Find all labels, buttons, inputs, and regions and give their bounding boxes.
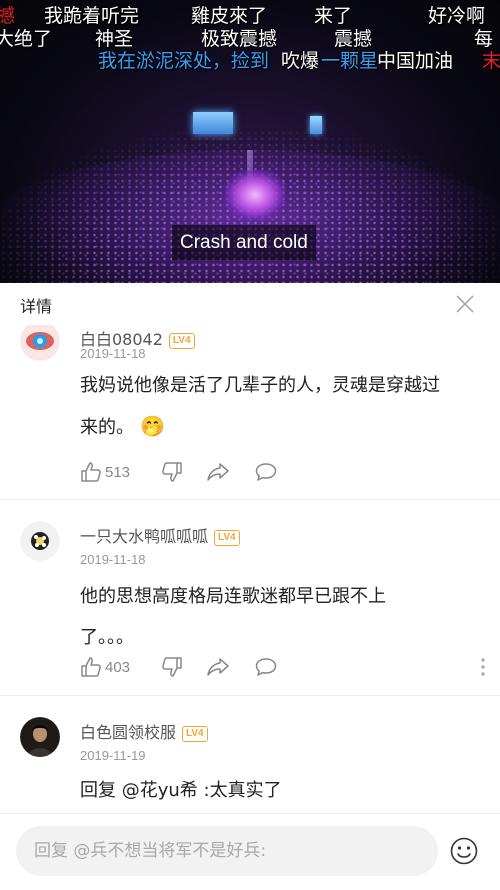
close-icon[interactable] (455, 294, 475, 314)
danmaku-comment: 大绝了 (0, 28, 53, 50)
arena-screen-left (193, 112, 233, 134)
comment-date: 2019-11-19 (80, 748, 146, 763)
danmaku-comment: 一颗星 (321, 50, 379, 72)
thumbs-down-icon (161, 656, 183, 678)
comment-line: 来的。 (80, 417, 134, 438)
reply-comment-button[interactable] (254, 655, 278, 679)
level-badge: LV4 (214, 529, 240, 546)
username[interactable]: 一只大水鸭呱呱呱 LV4 (80, 523, 240, 547)
thumbs-up-icon (80, 461, 102, 483)
comment-icon (254, 656, 278, 678)
detail-panel-header (0, 283, 500, 325)
username-text: 一只大水鸭呱呱呱 (80, 527, 209, 546)
emoji-shy-icon: 🤭 (140, 414, 165, 438)
smiley-icon (449, 837, 479, 870)
danmaku-comment: 末 (482, 50, 500, 72)
like-count: 403 (105, 658, 131, 676)
comment-date: 2019-11-18 (80, 552, 146, 567)
comment-line: 他的思想高度格局连歌迷都早已跟不上 (80, 586, 386, 607)
comment-line-with-emoji: 来的。 🤭 (80, 406, 480, 448)
danmaku-comment: 中国加油 (377, 50, 454, 72)
like-button[interactable]: 513 (80, 460, 130, 484)
like-button[interactable]: 403 (80, 655, 130, 679)
more-icon[interactable] (479, 657, 487, 677)
comment-list[interactable]: 白白08042 LV4 2019-11-18 我妈说他像是活了几辈子的人，灵魂是穿… (0, 325, 500, 813)
avatar[interactable] (20, 717, 60, 757)
level-badge: LV4 (182, 725, 208, 742)
comment-body: 他的思想高度格局连歌迷都早已跟不上 了。。。 (80, 576, 480, 658)
comment-body: 回复 @花yu希 :太真实了 (80, 770, 480, 811)
comment-body: 我妈说他像是活了几辈子的人，灵魂是穿越过 来的。 🤭 (80, 365, 480, 448)
share-icon (206, 656, 230, 678)
dislike-button[interactable] (161, 460, 183, 484)
username-text: 白色圆领校服 (80, 723, 177, 742)
comment-line: 回复 @花yu希 :太真实了 (80, 780, 282, 801)
comment-item: 白白08042 LV4 2019-11-18 我妈说他像是活了几辈子的人，灵魂是穿… (0, 325, 500, 499)
avatar[interactable] (20, 521, 60, 561)
share-button[interactable] (206, 460, 230, 484)
comment-item: 白色圆领校服 LV4 2019-11-19 回复 @花yu希 :太真实了 (0, 696, 500, 813)
video-player[interactable]: 撼 我跪着听完 雞皮來了 来了 好冷啊 大绝了 神圣 极致震撼 震撼 每 我在淤… (0, 0, 500, 283)
thumbs-up-icon (80, 656, 102, 678)
panel-title: 详情 (20, 297, 53, 316)
share-icon (206, 461, 230, 483)
thumbs-down-icon (161, 461, 183, 483)
username[interactable]: 白色圆领校服 LV4 (80, 719, 208, 743)
comment-actions: 403 (80, 655, 480, 679)
share-button[interactable] (206, 655, 230, 679)
reply-input[interactable] (16, 826, 438, 876)
concert-stage (225, 170, 285, 220)
danmaku-comment: 吹爆 (281, 50, 320, 72)
avatar[interactable] (20, 325, 60, 361)
comment-actions: 513 (80, 460, 480, 484)
arena-screen-right (310, 116, 322, 134)
comment-item: 一只大水鸭呱呱呱 LV4 2019-11-18 他的思想高度格局连歌迷都早已跟不上… (0, 500, 500, 696)
video-subtitle: Crash and cold (172, 225, 316, 260)
emoji-button[interactable] (449, 836, 479, 866)
comment-icon (254, 461, 278, 483)
comment-date: 2019-11-18 (80, 346, 146, 361)
comment-line: 我妈说他像是活了几辈子的人，灵魂是穿越过 (80, 375, 440, 396)
dislike-button[interactable] (161, 655, 183, 679)
level-badge: LV4 (168, 332, 195, 349)
comment-line: 了。。。 (80, 627, 134, 648)
reply-comment-button[interactable] (254, 460, 278, 484)
danmaku-comment: 我在淤泥深处，捡到 (98, 50, 270, 72)
like-count: 513 (105, 463, 131, 481)
